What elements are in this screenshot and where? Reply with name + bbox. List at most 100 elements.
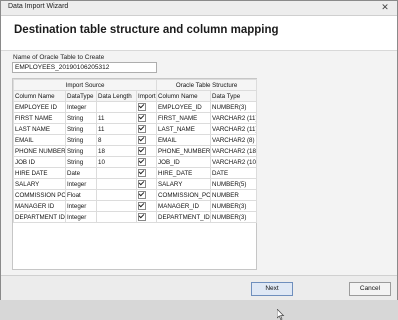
source-datatype-cell[interactable]: Integer — [65, 200, 97, 212]
oracle-column-name-cell[interactable]: FIRST_NAME — [156, 112, 212, 124]
source-column-name-cell[interactable]: SALARY — [13, 178, 66, 190]
source-length-cell[interactable] — [96, 200, 137, 212]
header-datatype[interactable]: DataType — [65, 90, 97, 102]
mapping-grid: Import Source Oracle Table Structure Col… — [12, 78, 258, 270]
window-title: Data Import Wizard — [8, 3, 69, 10]
oracle-data-type-cell[interactable]: VARCHAR2 (11) — [210, 112, 258, 124]
oracle-column-name-cell[interactable]: PHONE_NUMBER — [156, 145, 212, 157]
import-cell — [135, 200, 158, 212]
source-column-name-cell[interactable]: JOB ID — [13, 156, 66, 168]
header-band: Destination table structure and column m… — [1, 16, 397, 51]
source-column-name-cell[interactable]: MANAGER ID — [13, 200, 66, 212]
checkbox-checked-icon[interactable] — [138, 169, 146, 177]
checkbox-checked-icon[interactable] — [138, 136, 146, 144]
source-column-name-cell[interactable]: EMAIL — [13, 134, 66, 146]
source-column-name-cell[interactable]: DEPARTMENT ID — [13, 211, 66, 223]
source-column-name-cell[interactable]: LAST NAME — [13, 123, 66, 135]
close-icon[interactable]: ✕ — [379, 2, 391, 13]
table-row[interactable]: SALARY Integer SALARY NUMBER(5) — [13, 178, 258, 190]
oracle-data-type-cell[interactable]: NUMBER(5) — [210, 178, 258, 190]
table-row[interactable]: EMPLOYEE ID Integer EMPLOYEE_ID NUMBER(3) — [13, 101, 258, 113]
oracle-data-type-cell[interactable]: NUMBER(3) — [210, 101, 258, 113]
header-column-name[interactable]: Column Name — [13, 90, 66, 102]
checkbox-checked-icon[interactable] — [138, 180, 146, 188]
mouse-pointer-icon — [277, 309, 285, 320]
table-row[interactable]: PHONE NUMBER String 18 PHONE_NUMBER VARCHAR2… — [13, 145, 258, 157]
source-length-cell[interactable] — [96, 101, 137, 113]
source-datatype-cell[interactable]: Integer — [65, 178, 97, 190]
oracle-column-name-cell[interactable]: EMAIL — [156, 134, 212, 146]
header-oracle-data-type[interactable]: Data Type — [210, 90, 258, 102]
source-length-cell[interactable] — [96, 167, 137, 179]
oracle-column-name-cell[interactable]: DEPARTMENT_ID — [156, 211, 212, 223]
source-datatype-cell[interactable]: String — [65, 156, 97, 168]
source-length-cell[interactable]: 11 — [96, 112, 137, 124]
source-column-name-cell[interactable]: EMPLOYEE ID — [13, 101, 66, 113]
oracle-data-type-cell[interactable]: VARCHAR2 (18) — [210, 145, 258, 157]
checkbox-checked-icon[interactable] — [138, 147, 146, 155]
oracle-column-name-cell[interactable]: SALARY — [156, 178, 212, 190]
checkbox-checked-icon[interactable] — [138, 158, 146, 166]
group-oracle-structure: Oracle Table Structure — [156, 79, 258, 91]
table-row[interactable]: EMAIL String 8 EMAIL VARCHAR2 (8) — [13, 134, 258, 146]
table-row[interactable]: COMMISSION PCT Float COMMISSION_PCT NUMBER — [13, 189, 258, 201]
source-column-name-cell[interactable]: PHONE NUMBER — [13, 145, 66, 157]
oracle-column-name-cell[interactable]: JOB_ID — [156, 156, 212, 168]
source-column-name-cell[interactable]: COMMISSION PCT — [13, 189, 66, 201]
table-row[interactable]: FIRST NAME String 11 FIRST_NAME VARCHAR2 (11… — [13, 112, 258, 124]
header-import[interactable]: Import — [135, 90, 158, 102]
table-row[interactable]: HIRE DATE Date HIRE_DATE DATE — [13, 167, 258, 179]
source-length-cell[interactable] — [96, 189, 137, 201]
checkbox-checked-icon[interactable] — [138, 125, 146, 133]
import-cell — [135, 167, 158, 179]
oracle-data-type-cell[interactable]: VARCHAR2 (8) — [210, 134, 258, 146]
source-length-cell[interactable]: 11 — [96, 123, 137, 135]
source-column-name-cell[interactable]: FIRST NAME — [13, 112, 66, 124]
header-oracle-column-name[interactable]: Column Name — [156, 90, 212, 102]
table-name-field[interactable]: EMPLOYEES_20190106205312 — [12, 62, 157, 73]
oracle-data-type-cell[interactable]: NUMBER(3) — [210, 211, 258, 223]
source-length-cell[interactable]: 10 — [96, 156, 137, 168]
header-data-length[interactable]: Data Length — [96, 90, 137, 102]
import-cell — [135, 112, 158, 124]
source-length-cell[interactable]: 18 — [96, 145, 137, 157]
source-length-cell[interactable] — [96, 211, 137, 223]
cancel-button[interactable]: Cancel — [349, 282, 391, 296]
oracle-column-name-cell[interactable]: HIRE_DATE — [156, 167, 212, 179]
wizard-window: Data Import Wizard ✕ Destination table s… — [0, 0, 398, 320]
checkbox-checked-icon[interactable] — [138, 191, 146, 199]
checkbox-checked-icon[interactable] — [138, 202, 146, 210]
table-row[interactable]: MANAGER ID Integer MANAGER_ID NUMBER(3) — [13, 200, 258, 212]
oracle-data-type-cell[interactable]: NUMBER(3) — [210, 200, 258, 212]
source-datatype-cell[interactable]: String — [65, 123, 97, 135]
import-cell — [135, 211, 158, 223]
oracle-column-name-cell[interactable]: MANAGER_ID — [156, 200, 212, 212]
source-datatype-cell[interactable]: Integer — [65, 211, 97, 223]
source-length-cell[interactable] — [96, 178, 137, 190]
oracle-column-name-cell[interactable]: EMPLOYEE_ID — [156, 101, 212, 113]
checkbox-checked-icon[interactable] — [138, 213, 146, 221]
oracle-column-name-cell[interactable]: LAST_NAME — [156, 123, 212, 135]
table-row[interactable]: JOB ID String 10 JOB_ID VARCHAR2 (10) — [13, 156, 258, 168]
mapping-table: Import Source Oracle Table Structure Col… — [12, 79, 258, 223]
column-header-row: Column Name DataType Data Length Import … — [13, 90, 258, 102]
source-datatype-cell[interactable]: Float — [65, 189, 97, 201]
source-datatype-cell[interactable]: String — [65, 112, 97, 124]
oracle-column-name-cell[interactable]: COMMISSION_PCT — [156, 189, 212, 201]
oracle-data-type-cell[interactable]: DATE — [210, 167, 258, 179]
source-column-name-cell[interactable]: HIRE DATE — [13, 167, 66, 179]
table-row[interactable]: DEPARTMENT ID Integer DEPARTMENT_ID NUMBER(… — [13, 211, 258, 223]
table-row[interactable]: LAST NAME String 11 LAST_NAME VARCHAR2 (11) — [13, 123, 258, 135]
import-cell — [135, 134, 158, 146]
source-datatype-cell[interactable]: Date — [65, 167, 97, 179]
source-datatype-cell[interactable]: String — [65, 134, 97, 146]
checkbox-checked-icon[interactable] — [138, 114, 146, 122]
oracle-data-type-cell[interactable]: VARCHAR2 (11) — [210, 123, 258, 135]
source-datatype-cell[interactable]: String — [65, 145, 97, 157]
next-button[interactable]: Next — [251, 282, 293, 296]
source-datatype-cell[interactable]: Integer — [65, 101, 97, 113]
oracle-data-type-cell[interactable]: VARCHAR2 (10) — [210, 156, 258, 168]
oracle-data-type-cell[interactable]: NUMBER — [210, 189, 258, 201]
checkbox-checked-icon[interactable] — [138, 103, 146, 111]
source-length-cell[interactable]: 8 — [96, 134, 137, 146]
